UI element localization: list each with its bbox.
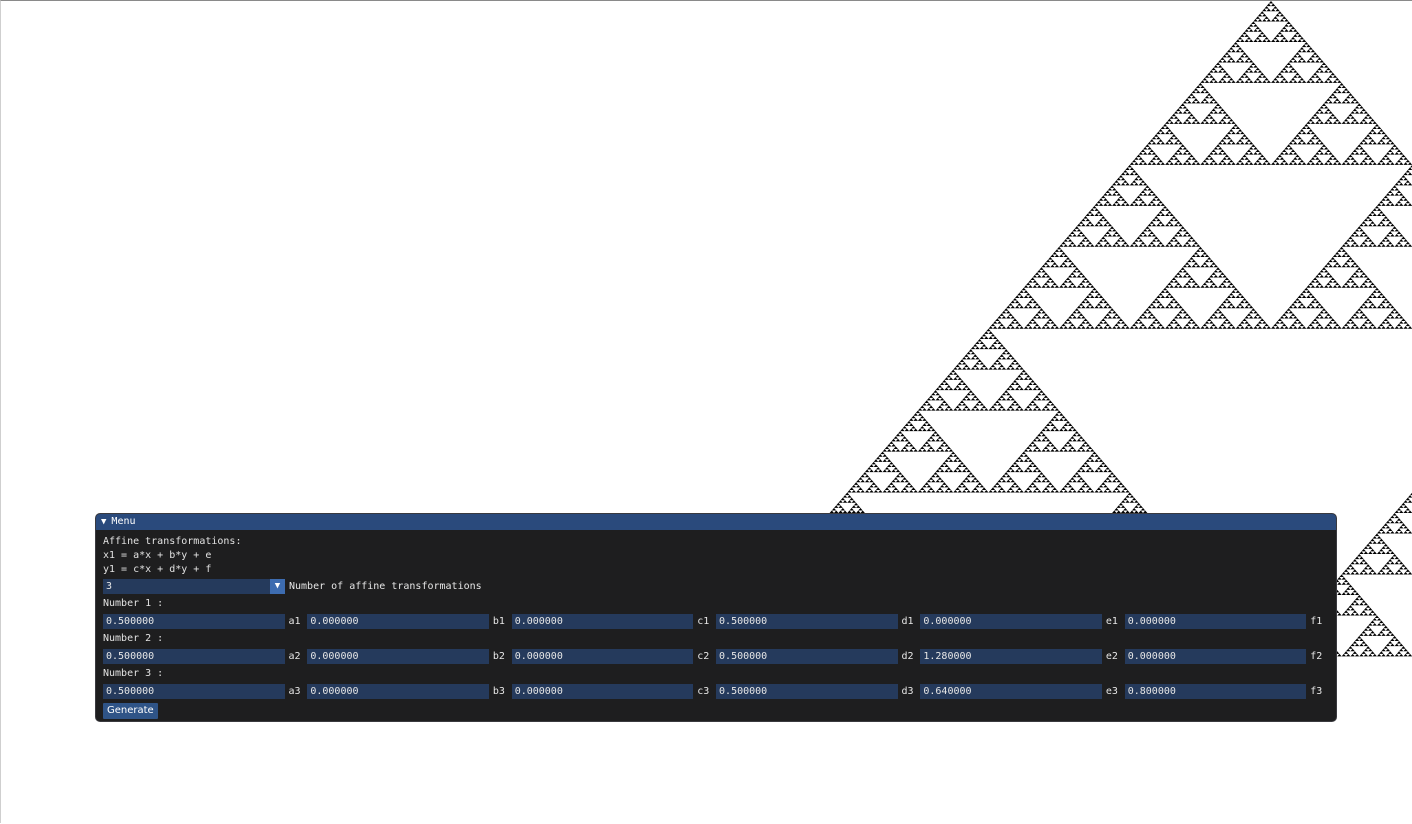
- transform-3-row: 0.500000 a3 0.000000 b3 0.000000 c3 0.50…: [103, 683, 1329, 699]
- field-a1[interactable]: 0.500000: [103, 613, 285, 629]
- field-d3[interactable]: 0.500000: [716, 683, 898, 699]
- field-c1[interactable]: 0.000000: [511, 613, 694, 629]
- label-b2: b2: [492, 650, 505, 662]
- field-f3[interactable]: 0.800000: [1124, 683, 1307, 699]
- menu-content: Affine transformations: x1 = a*x + b*y +…: [96, 530, 1336, 719]
- combo-arrow-icon[interactable]: ▼: [270, 578, 285, 594]
- field-c3[interactable]: 0.000000: [511, 683, 694, 699]
- field-e3[interactable]: 0.640000: [920, 683, 1102, 699]
- label-d3: d3: [901, 685, 914, 697]
- label-e2: e2: [1105, 650, 1118, 662]
- label-b1: b1: [492, 615, 505, 627]
- field-d2[interactable]: 0.500000: [716, 648, 898, 664]
- combo-label: Number of affine transformations: [289, 580, 482, 592]
- field-b3[interactable]: 0.000000: [307, 683, 489, 699]
- label-f2: f2: [1310, 650, 1323, 662]
- field-c2[interactable]: 0.000000: [511, 648, 694, 664]
- label-c3: c3: [697, 685, 710, 697]
- combo-value: 3: [106, 580, 113, 592]
- formula-x1: x1 = a*x + b*y + e: [103, 550, 212, 561]
- label-a3: a3: [288, 685, 301, 697]
- label-a2: a2: [288, 650, 301, 662]
- transform-1-row: 0.500000 a1 0.000000 b1 0.000000 c1 0.50…: [103, 613, 1329, 629]
- label-f3: f3: [1310, 685, 1323, 697]
- heading-affine: Affine transformations:: [103, 536, 242, 547]
- formula-y1: y1 = c*x + d*y + f: [103, 564, 212, 575]
- field-a2[interactable]: 0.500000: [103, 648, 285, 664]
- menu-window: ▼ Menu Affine transformations: x1 = a*x …: [96, 514, 1336, 721]
- label-d1: d1: [901, 615, 914, 627]
- field-f1[interactable]: 0.000000: [1124, 613, 1307, 629]
- label-b3: b3: [492, 685, 505, 697]
- transform-2-row: 0.500000 a2 0.000000 b2 0.000000 c2 0.50…: [103, 648, 1329, 664]
- label-c2: c2: [697, 650, 710, 662]
- field-b2[interactable]: 0.000000: [307, 648, 489, 664]
- menu-title-bar[interactable]: ▼ Menu: [96, 514, 1336, 530]
- label-e3: e3: [1105, 685, 1118, 697]
- label-f1: f1: [1310, 615, 1323, 627]
- menu-title: Menu: [111, 516, 136, 527]
- label-d2: d2: [901, 650, 914, 662]
- field-e2[interactable]: 1.280000: [920, 648, 1102, 664]
- collapse-triangle-icon[interactable]: ▼: [101, 514, 106, 530]
- field-d1[interactable]: 0.500000: [716, 613, 898, 629]
- transform-count-combo[interactable]: 3 ▼: [103, 578, 285, 594]
- field-f2[interactable]: 0.000000: [1124, 648, 1307, 664]
- label-a1: a1: [288, 615, 301, 627]
- transform-2-label: Number 2 :: [103, 633, 164, 644]
- field-b1[interactable]: 0.000000: [307, 613, 489, 629]
- transform-count-row: 3 ▼ Number of affine transformations: [103, 578, 1329, 594]
- generate-button[interactable]: Generate: [103, 703, 158, 719]
- field-e1[interactable]: 0.000000: [920, 613, 1102, 629]
- label-c1: c1: [697, 615, 710, 627]
- transform-3-label: Number 3 :: [103, 668, 164, 679]
- field-a3[interactable]: 0.500000: [103, 683, 285, 699]
- render-viewport: ▼ Menu Affine transformations: x1 = a*x …: [0, 0, 1412, 823]
- transform-1-label: Number 1 :: [103, 598, 164, 609]
- label-e1: e1: [1105, 615, 1118, 627]
